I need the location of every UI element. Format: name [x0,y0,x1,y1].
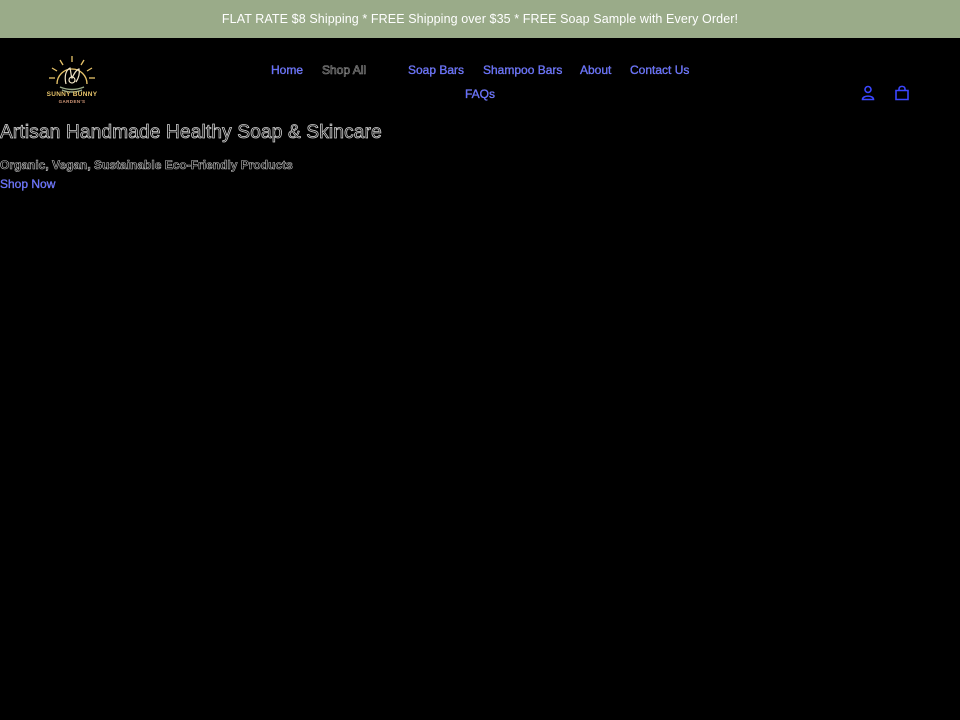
cart-icon [895,85,909,101]
site-header: SUNNY BUNNY GARDEN'S Home Shop All Soap … [0,38,960,120]
nav-soap-bars[interactable]: Soap Bars [408,63,464,77]
nav-shampoo-bars[interactable]: Shampoo Bars [483,63,563,77]
account-button[interactable] [859,84,877,102]
sun-bunny-logo-icon [49,56,95,93]
nav-about[interactable]: About [580,63,612,77]
nav-contact-us[interactable]: Contact Us [630,63,690,77]
site-logo[interactable]: SUNNY BUNNY GARDEN'S [38,54,106,106]
account-icon [861,85,875,101]
hero-subtitle: Organic, Vegan, Sustainable Eco-Friendly… [0,158,293,173]
nav-faqs[interactable]: FAQs [465,87,495,101]
announcement-text: FLAT RATE $8 Shipping * FREE Shipping ov… [221,12,739,26]
shop-now-link[interactable]: Shop Now [0,177,56,191]
nav-home[interactable]: Home [271,63,303,77]
logo-subtitle: GARDEN'S [58,99,86,104]
logo-title: SUNNY BUNNY [46,91,98,98]
cart-button[interactable] [893,84,911,102]
hero-title: Artisan Handmade Healthy Soap & Skincare [0,122,382,144]
announcement-bar: FLAT RATE $8 Shipping * FREE Shipping ov… [0,0,960,38]
nav-shop-all[interactable]: Shop All [322,63,367,78]
